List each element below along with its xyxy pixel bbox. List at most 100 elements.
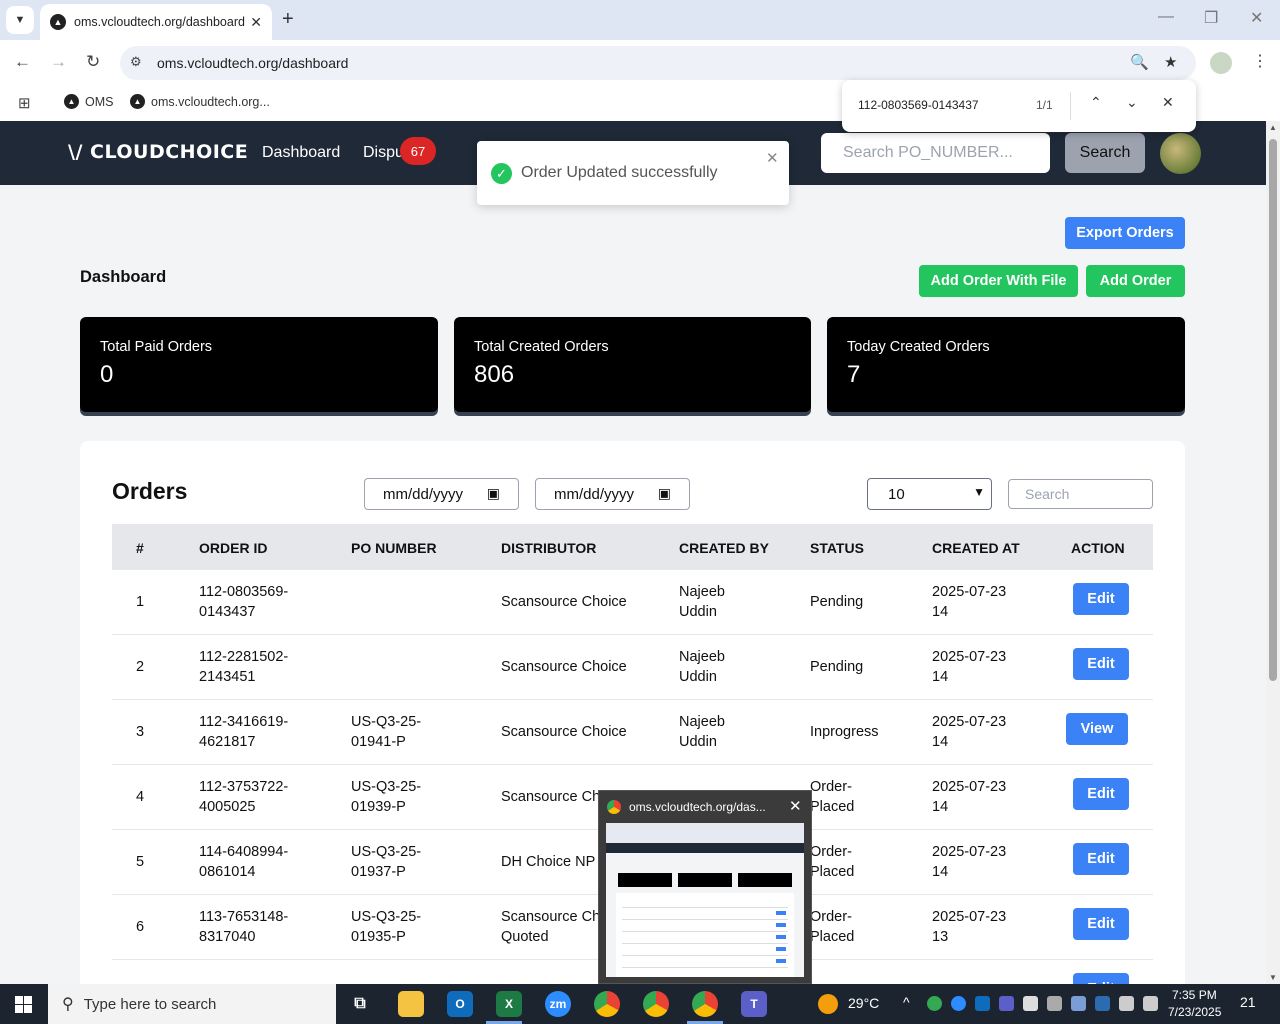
bookmark-star-icon[interactable]: ★ [1164, 53, 1177, 71]
tab-title: oms.vcloudtech.org/dashboard [74, 15, 245, 29]
find-in-page-icon[interactable]: 🔍 [1130, 53, 1149, 71]
minimize-icon[interactable]: — [1158, 8, 1174, 26]
col-header: ACTION [1071, 540, 1125, 556]
forward-icon[interactable]: → [50, 52, 67, 72]
teams-tray-icon[interactable] [999, 996, 1014, 1011]
address-bar[interactable]: ⚙ oms.vcloudtech.org/dashboard 🔍 ★ [120, 46, 1196, 80]
preview-close-icon[interactable]: ✕ [789, 797, 802, 815]
cell-po: US-Q3-25- 01935-P [351, 909, 422, 945]
weather-icon[interactable] [818, 994, 838, 1014]
outlook-tray-icon[interactable] [975, 996, 990, 1011]
address-url[interactable]: oms.vcloudtech.org/dashboard [157, 55, 348, 71]
nav-disputes[interactable]: Dispu [363, 144, 404, 162]
edit-order-button[interactable]: Edit [1073, 843, 1129, 875]
menu-kebab-icon[interactable]: ⋮ [1252, 51, 1268, 71]
edit-order-button[interactable]: Edit [1073, 583, 1129, 615]
view-order-button[interactable]: View [1066, 713, 1128, 745]
add-order-with-file-button[interactable]: Add Order With File [919, 265, 1078, 297]
taskbar-window-preview[interactable]: oms.vcloudtech.org/das... ✕ [598, 790, 812, 984]
teams-icon[interactable]: T [741, 991, 767, 1017]
chrome-tray-icon[interactable] [927, 996, 942, 1011]
add-order-button[interactable]: Add Order [1086, 265, 1185, 297]
chrome-icon[interactable] [643, 991, 669, 1017]
profile-icon[interactable] [1210, 52, 1232, 74]
find-query[interactable]: 112-0803569-0143437 [858, 98, 979, 112]
clock-date[interactable]: 7/23/2025 [1168, 1005, 1221, 1019]
clock-time[interactable]: 7:35 PM [1172, 988, 1217, 1002]
sync-tray-icon[interactable] [1047, 996, 1062, 1011]
toast-close-icon[interactable]: ✕ [766, 149, 779, 167]
page-scrollbar[interactable]: ▲ ▼ [1266, 121, 1280, 984]
wifi-icon[interactable] [1119, 996, 1134, 1011]
stat-label: Total Created Orders [474, 339, 609, 355]
oms-logo-icon: ▲ [130, 94, 145, 109]
site-info-icon[interactable]: ⚙ [130, 54, 142, 70]
stat-value: 806 [474, 361, 515, 388]
network-tray-icon[interactable] [1023, 996, 1038, 1011]
oms-logo-icon: ▲ [64, 94, 79, 109]
end-date-input[interactable]: mm/dd/yyyy ▣ [535, 478, 690, 510]
edit-order-button[interactable]: Edit [1073, 648, 1129, 680]
file-explorer-icon[interactable] [398, 991, 424, 1017]
edit-order-button[interactable]: Edit [1073, 778, 1129, 810]
col-header: CREATED BY [679, 540, 769, 556]
window-close-icon[interactable]: ✕ [1250, 8, 1263, 28]
cell-status: Pending [810, 659, 864, 675]
vpn-tray-icon[interactable] [1071, 996, 1086, 1011]
cell-status: Pending [810, 594, 864, 610]
tray-chevron-up-icon[interactable]: ^ [903, 994, 910, 1010]
apps-grid-icon[interactable]: ⊞ [18, 94, 31, 112]
page-title: Dashboard [80, 268, 167, 286]
bookmark-oms-site[interactable]: ▲ oms.vcloudtech.org... [130, 94, 270, 109]
page-size-select[interactable]: 10 ▼ [867, 478, 992, 510]
notification-count[interactable]: 21 [1240, 994, 1256, 1010]
find-next-icon[interactable]: ⌄ [1126, 94, 1138, 111]
cell-num: 6 [136, 919, 145, 935]
cloudchoice-logo[interactable]: \/ CLOUDCHOICE [68, 141, 248, 163]
browser-tab-dashboard[interactable]: ▲ oms.vcloudtech.org/dashboard ✕ [40, 4, 272, 40]
cell-status: Order- Placed [810, 844, 855, 880]
cell-at: 2025-07-23 14 [932, 714, 1007, 750]
volume-icon[interactable] [1143, 996, 1158, 1011]
app-tray-icon[interactable] [1095, 996, 1110, 1011]
find-prev-icon[interactable]: ⌃ [1090, 94, 1102, 111]
orders-search-input[interactable] [1008, 479, 1153, 509]
back-icon[interactable]: ← [14, 52, 31, 72]
windows-start-icon[interactable] [15, 996, 32, 1013]
preview-image[interactable] [606, 823, 804, 977]
edit-order-button[interactable]: Edit [1073, 908, 1129, 940]
user-avatar[interactable] [1160, 133, 1201, 174]
nav-dashboard[interactable]: Dashboard [262, 144, 340, 162]
scroll-thumb[interactable] [1269, 139, 1277, 681]
cell-num: 1 [136, 594, 145, 610]
cell-dist: Scansource Choice [501, 594, 627, 610]
outlook-icon[interactable]: O [447, 991, 473, 1017]
tab-search-button[interactable]: ▼ [6, 6, 34, 34]
scroll-up-icon[interactable]: ▲ [1269, 123, 1277, 132]
new-tab-icon[interactable]: + [282, 8, 294, 31]
cell-at: 2025-07-23 14 [932, 844, 1007, 880]
start-date-input[interactable]: mm/dd/yyyy ▣ [364, 478, 519, 510]
calendar-icon[interactable]: ▣ [487, 485, 500, 502]
zoom-icon[interactable]: zm [545, 991, 571, 1017]
col-header: DISTRIBUTOR [501, 540, 597, 556]
export-orders-button[interactable]: Export Orders [1065, 217, 1185, 249]
excel-icon[interactable]: X [496, 991, 522, 1017]
close-tab-icon[interactable]: ✕ [250, 14, 262, 31]
restore-icon[interactable]: ❐ [1204, 8, 1218, 28]
scroll-down-icon[interactable]: ▼ [1269, 973, 1277, 982]
stat-card-total-created: Total Created Orders 806 [454, 317, 811, 412]
po-number-search-input[interactable] [821, 133, 1050, 173]
calendar-icon[interactable]: ▣ [658, 485, 671, 502]
chrome-icon[interactable] [594, 991, 620, 1017]
taskbar-search-box[interactable]: ⚲ Type here to search [48, 984, 336, 1024]
weather-temp[interactable]: 29°C [848, 995, 879, 1011]
chrome-icon[interactable] [692, 991, 718, 1017]
po-search-button[interactable]: Search [1065, 133, 1145, 173]
table-row: 3 112-3416619- 4621817 US-Q3-25- 01941-P Scan… [112, 700, 1153, 765]
zoom-tray-icon[interactable] [951, 996, 966, 1011]
find-close-icon[interactable]: ✕ [1162, 94, 1174, 111]
task-view-icon[interactable]: ⧉ [347, 991, 373, 1017]
reload-icon[interactable]: ↻ [86, 52, 100, 72]
bookmark-oms[interactable]: ▲ OMS [64, 94, 113, 109]
